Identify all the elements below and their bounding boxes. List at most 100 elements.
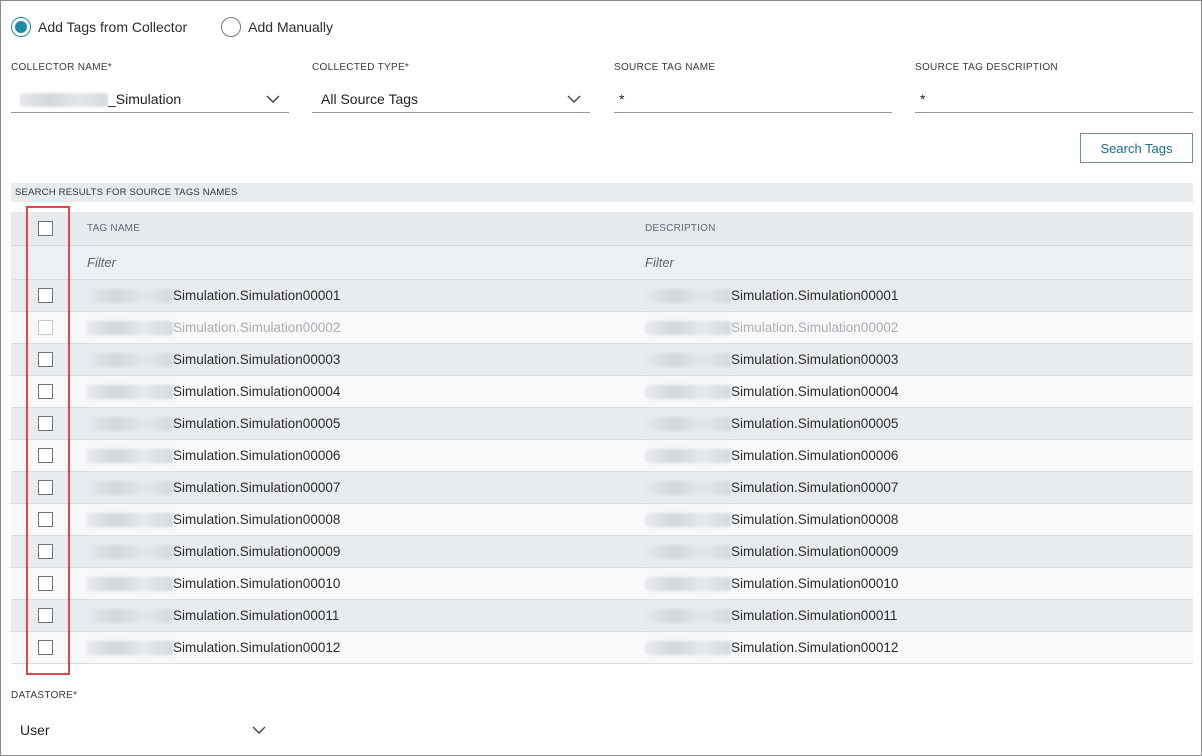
redacted-prefix <box>20 93 108 108</box>
chevron-down-icon[interactable] <box>252 725 266 735</box>
row-checkbox[interactable] <box>38 416 53 431</box>
description-cell: Simulation.Simulation00004 <box>731 384 899 399</box>
collector-name-field: COLLECTOR NAME* _Simulation <box>11 62 289 113</box>
redacted-prefix <box>645 576 731 591</box>
collected-type-select[interactable]: All Source Tags <box>312 86 590 113</box>
tag-name-filter-input[interactable]: Filter <box>87 255 116 270</box>
redacted-prefix <box>87 448 173 463</box>
description-cell: Simulation.Simulation00002 <box>731 320 899 335</box>
description-cell: Simulation.Simulation00001 <box>731 288 899 303</box>
collected-type-field: COLLECTED TYPE* All Source Tags <box>312 62 590 113</box>
row-checkbox[interactable] <box>38 480 53 495</box>
tag-name-cell: Simulation.Simulation00009 <box>173 544 341 559</box>
table-row[interactable]: Simulation.Simulation00009 Simulation.Sim… <box>11 536 1193 568</box>
tag-name-cell: Simulation.Simulation00003 <box>173 352 341 367</box>
row-checkbox[interactable] <box>38 576 53 591</box>
mode-radio-group: Add Tags from Collector Add Manually <box>11 17 333 37</box>
table-row[interactable]: Simulation.Simulation00006 Simulation.Sim… <box>11 440 1193 472</box>
tag-name-cell: Simulation.Simulation00005 <box>173 416 341 431</box>
collector-name-label: COLLECTOR NAME* <box>11 62 113 73</box>
redacted-prefix <box>87 352 173 367</box>
table-row[interactable]: Simulation.Simulation00002 Simulation.Sim… <box>11 312 1193 344</box>
datastore-label: DATASTORE* <box>11 690 78 701</box>
tag-name-cell: Simulation.Simulation00007 <box>173 480 341 495</box>
table-row[interactable]: Simulation.Simulation00004 Simulation.Sim… <box>11 376 1193 408</box>
search-tags-button[interactable]: Search Tags <box>1080 133 1193 163</box>
table-row[interactable]: Simulation.Simulation00005 Simulation.Sim… <box>11 408 1193 440</box>
datastore-select[interactable]: User <box>11 716 275 743</box>
row-checkbox[interactable] <box>38 352 53 367</box>
source-tag-description-input[interactable]: * <box>915 86 1193 113</box>
row-checkbox[interactable] <box>38 288 53 303</box>
description-cell: Simulation.Simulation00010 <box>731 576 899 591</box>
table-row[interactable]: Simulation.Simulation00008 Simulation.Sim… <box>11 504 1193 536</box>
radio-label: Add Manually <box>248 19 333 35</box>
collected-type-value: All Source Tags <box>321 91 419 107</box>
chevron-down-icon[interactable] <box>266 94 280 104</box>
grid-filter-row: Filter Filter <box>11 246 1193 280</box>
row-checkbox[interactable] <box>38 384 53 399</box>
redacted-prefix <box>87 480 173 495</box>
collector-name-select[interactable]: _Simulation <box>11 86 289 113</box>
table-row[interactable]: Simulation.Simulation00011 Simulation.Sim… <box>11 600 1193 632</box>
row-checkbox[interactable] <box>38 320 53 335</box>
source-tag-name-field: SOURCE TAG NAME * <box>614 62 892 113</box>
table-row[interactable]: Simulation.Simulation00012 Simulation.Sim… <box>11 632 1193 664</box>
source-tag-name-label: SOURCE TAG NAME <box>614 62 716 73</box>
tag-name-cell: Simulation.Simulation00010 <box>173 576 341 591</box>
redacted-prefix <box>645 384 731 399</box>
results-grid: TAG NAME DESCRIPTION Filter Filter Simul… <box>11 212 1193 664</box>
description-filter-input[interactable]: Filter <box>645 255 674 270</box>
redacted-prefix <box>87 288 173 303</box>
column-header-description[interactable]: DESCRIPTION <box>645 223 716 234</box>
chevron-down-icon[interactable] <box>567 94 581 104</box>
description-cell: Simulation.Simulation00011 <box>731 608 898 623</box>
description-cell: Simulation.Simulation00008 <box>731 512 899 527</box>
table-row[interactable]: Simulation.Simulation00007 Simulation.Sim… <box>11 472 1193 504</box>
redacted-prefix <box>645 416 731 431</box>
table-row[interactable]: Simulation.Simulation00003 Simulation.Sim… <box>11 344 1193 376</box>
tag-name-cell: Simulation.Simulation00006 <box>173 448 341 463</box>
table-row[interactable]: Simulation.Simulation00010 Simulation.Sim… <box>11 568 1193 600</box>
description-cell: Simulation.Simulation00009 <box>731 544 899 559</box>
datastore-field: DATASTORE* User <box>11 690 275 743</box>
redacted-prefix <box>645 288 731 303</box>
results-title: SEARCH RESULTS FOR SOURCE TAGS NAMES <box>11 183 1193 202</box>
select-all-checkbox[interactable] <box>38 221 53 236</box>
column-header-tag-name[interactable]: TAG NAME <box>87 223 140 234</box>
row-checkbox[interactable] <box>38 448 53 463</box>
tag-name-cell: Simulation.Simulation00001 <box>173 288 341 303</box>
redacted-prefix <box>87 544 173 559</box>
description-cell: Simulation.Simulation00006 <box>731 448 899 463</box>
row-checkbox[interactable] <box>38 640 53 655</box>
collector-name-value: _Simulation <box>108 90 182 107</box>
table-row[interactable]: Simulation.Simulation00001 Simulation.Sim… <box>11 280 1193 312</box>
tag-name-cell: Simulation.Simulation00012 <box>173 640 341 655</box>
row-checkbox[interactable] <box>38 512 53 527</box>
redacted-prefix <box>87 608 173 623</box>
redacted-prefix <box>645 320 731 335</box>
redacted-prefix <box>87 416 173 431</box>
source-tag-name-input[interactable]: * <box>614 86 892 113</box>
tag-name-cell: Simulation.Simulation00008 <box>173 512 341 527</box>
grid-header: TAG NAME DESCRIPTION <box>11 212 1193 246</box>
redacted-prefix <box>645 352 731 367</box>
source-tag-name-value: * <box>619 91 625 107</box>
row-checkbox[interactable] <box>38 608 53 623</box>
redacted-prefix <box>87 576 173 591</box>
redacted-prefix <box>87 640 173 655</box>
radio-selected-icon[interactable] <box>11 17 31 37</box>
redacted-prefix <box>87 512 173 527</box>
radio-add-from-collector[interactable]: Add Tags from Collector <box>11 17 187 37</box>
tag-name-cell: Simulation.Simulation00002 <box>173 320 341 335</box>
radio-label: Add Tags from Collector <box>38 19 188 35</box>
tag-name-cell: Simulation.Simulation00011 <box>173 608 340 623</box>
row-checkbox[interactable] <box>38 544 53 559</box>
radio-add-manually[interactable]: Add Manually <box>221 17 333 37</box>
redacted-prefix <box>87 384 173 399</box>
description-cell: Simulation.Simulation00007 <box>731 480 899 495</box>
description-cell: Simulation.Simulation00005 <box>731 416 899 431</box>
datastore-value: User <box>20 721 50 738</box>
radio-unselected-icon[interactable] <box>221 17 242 37</box>
collected-type-label: COLLECTED TYPE* <box>312 62 410 73</box>
